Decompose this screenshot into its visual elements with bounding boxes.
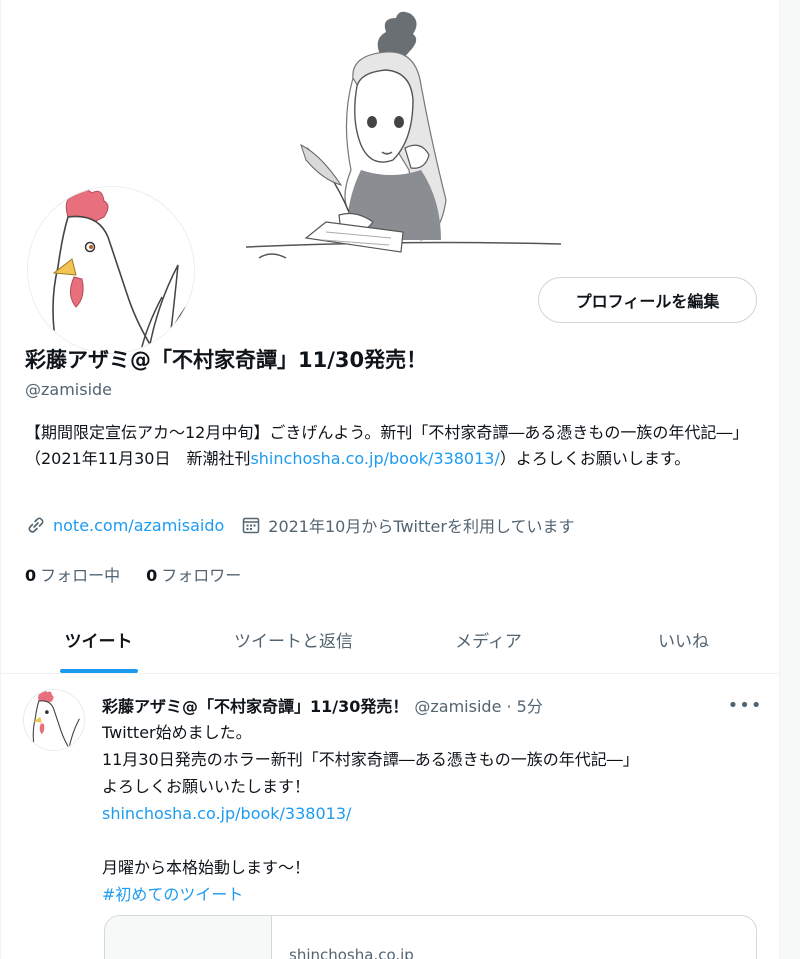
following-link[interactable]: 0 フォロー中 <box>25 562 120 586</box>
tab-tweets-and-replies[interactable]: ツイートと返信 <box>196 605 391 673</box>
profile-meta: note.com/azamisaido 2021年10月からTwitterを利用… <box>25 513 575 537</box>
joined-date: 2021年10月からTwitterを利用しています <box>268 517 575 536</box>
following-label: フォロー中 <box>40 566 121 585</box>
active-tab-indicator <box>59 669 138 673</box>
tweet-author-avatar[interactable] <box>23 689 85 751</box>
profile-page: プロフィールを編集 彩藤アザミ@「不村家奇譚」11/30発売！ @zamisid… <box>0 0 780 959</box>
tweet-header: 彩藤アザミ@「不村家奇譚」11/30発売！ @zamiside · 5分 <box>102 693 543 717</box>
link-preview-card[interactable]: shinchosha.co.jp <box>104 915 757 959</box>
followers-link[interactable]: 0 フォロワー <box>146 562 241 586</box>
tab-likes-label: いいね <box>658 631 709 652</box>
profile-handle: @zamiside <box>25 380 113 399</box>
tab-likes[interactable]: いいね <box>586 605 779 673</box>
edit-profile-button[interactable]: プロフィールを編集 <box>538 277 757 323</box>
tweet-author-name[interactable]: 彩藤アザミ@「不村家奇譚」11/30発売！ <box>102 693 408 717</box>
tweet-link[interactable]: shinchosha.co.jp/book/338013/ <box>102 804 351 823</box>
followers-count: 0 <box>146 566 158 585</box>
profile-avatar[interactable] <box>23 182 199 358</box>
profile-website-link[interactable]: note.com/azamisaido <box>53 516 224 535</box>
tweet-text: Twitter始めました。 11月30日発売のホラー新刊「不村家奇譚―ある憑きも… <box>102 719 752 908</box>
profile-tabs: ツイート ツイートと返信 メディア いいね <box>1 605 779 674</box>
link-icon <box>25 514 47 536</box>
hashtag-link[interactable]: #初めてのツイート <box>102 885 243 904</box>
tab-replies-label: ツイートと返信 <box>234 631 353 652</box>
bio-text-tail: ）よろしくお願いします。 <box>499 449 691 468</box>
tweet-line: よろしくお願いいたします！ <box>102 777 311 796</box>
bio-link[interactable]: shinchosha.co.jp/book/338013/ <box>250 449 499 468</box>
rooster-avatar-small <box>24 690 84 750</box>
tweet-author-meta[interactable]: @zamiside · 5分 <box>414 693 542 717</box>
following-count: 0 <box>25 566 37 585</box>
tweet-line: 月曜から本格始動します〜！ <box>102 858 311 877</box>
tab-media[interactable]: メディア <box>391 605 586 673</box>
tweet-item[interactable]: 彩藤アザミ@「不村家奇譚」11/30発売！ @zamiside · 5分 •••… <box>1 675 779 959</box>
tweet-line: 11月30日発売のホラー新刊「不村家奇譚―ある憑きもの一族の年代記―」 <box>102 750 639 769</box>
followers-label: フォロワー <box>161 566 242 585</box>
tab-media-label: メディア <box>455 631 522 652</box>
card-thumbnail <box>105 916 272 959</box>
calendar-icon <box>240 514 262 536</box>
follow-stats: 0 フォロー中 0 フォロワー <box>25 562 241 586</box>
profile-display-name: 彩藤アザミ@「不村家奇譚」11/30発売！ <box>25 348 428 372</box>
more-options-icon[interactable]: ••• <box>728 689 762 721</box>
tab-tweets-label: ツイート <box>64 631 133 652</box>
tab-tweets[interactable]: ツイート <box>1 605 196 673</box>
tweet-line: Twitter始めました。 <box>102 723 252 742</box>
card-domain: shinchosha.co.jp <box>289 946 414 959</box>
avatar-frame <box>27 186 195 354</box>
rooster-avatar-image <box>28 187 194 353</box>
profile-bio: 【期間限定宣伝アカ〜12月中旬】ごきげんよう。新刊「不村家奇譚―ある憑きもの一族… <box>25 420 765 472</box>
